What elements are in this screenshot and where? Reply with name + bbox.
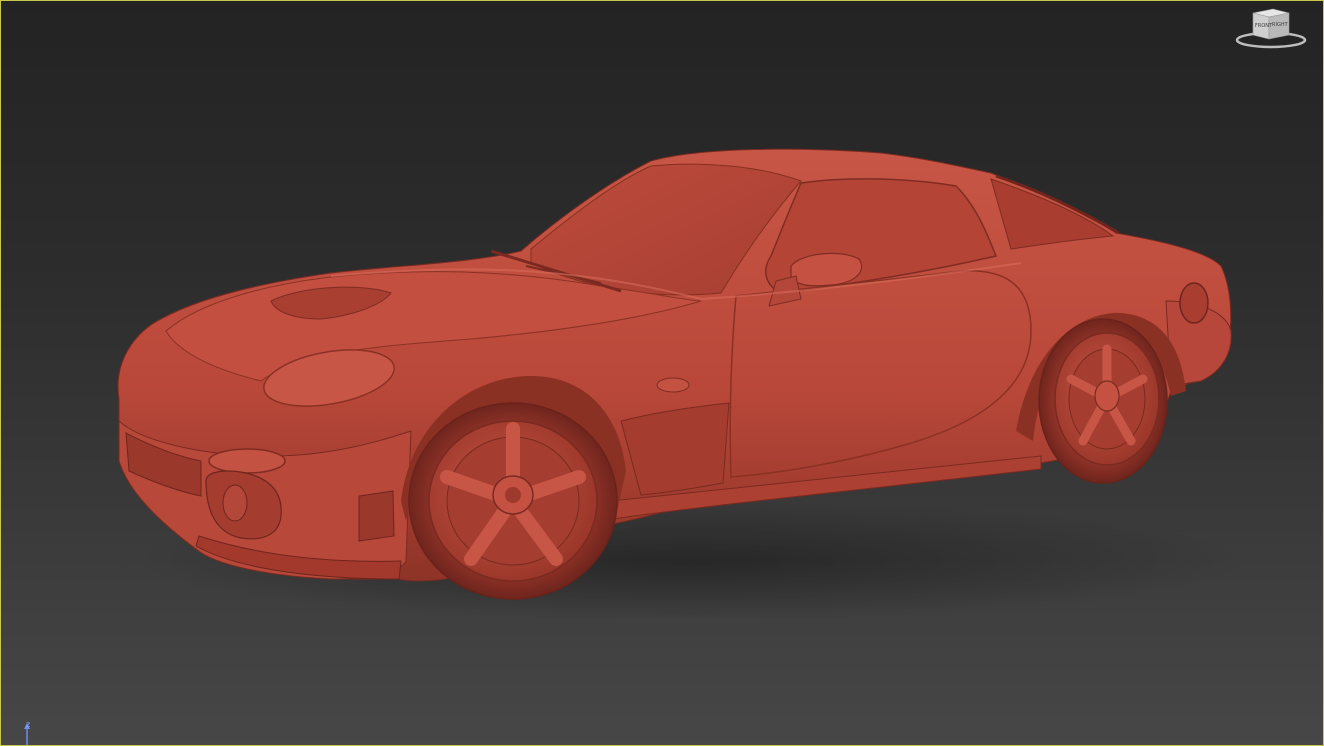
3d-viewport[interactable]: FRONT RIGHT z: [0, 0, 1324, 746]
front-wheel: [408, 402, 618, 600]
foglight-upper: [208, 448, 286, 474]
car-model-render[interactable]: [1, 1, 1324, 746]
viewcube-widget[interactable]: FRONT RIGHT: [1231, 5, 1311, 51]
side-intake: [620, 402, 730, 496]
axis-z-label: z: [26, 720, 31, 729]
bumper-vent: [358, 490, 395, 542]
viewcube-right-label: RIGHT: [1272, 22, 1289, 28]
axis-gizmo: z: [17, 719, 41, 745]
foglight-lens: [222, 484, 248, 522]
viewcube-front-label: FRONT: [1255, 23, 1273, 29]
rear-wheel: [1038, 318, 1168, 484]
taillight: [1179, 282, 1209, 324]
side-marker: [656, 377, 690, 393]
